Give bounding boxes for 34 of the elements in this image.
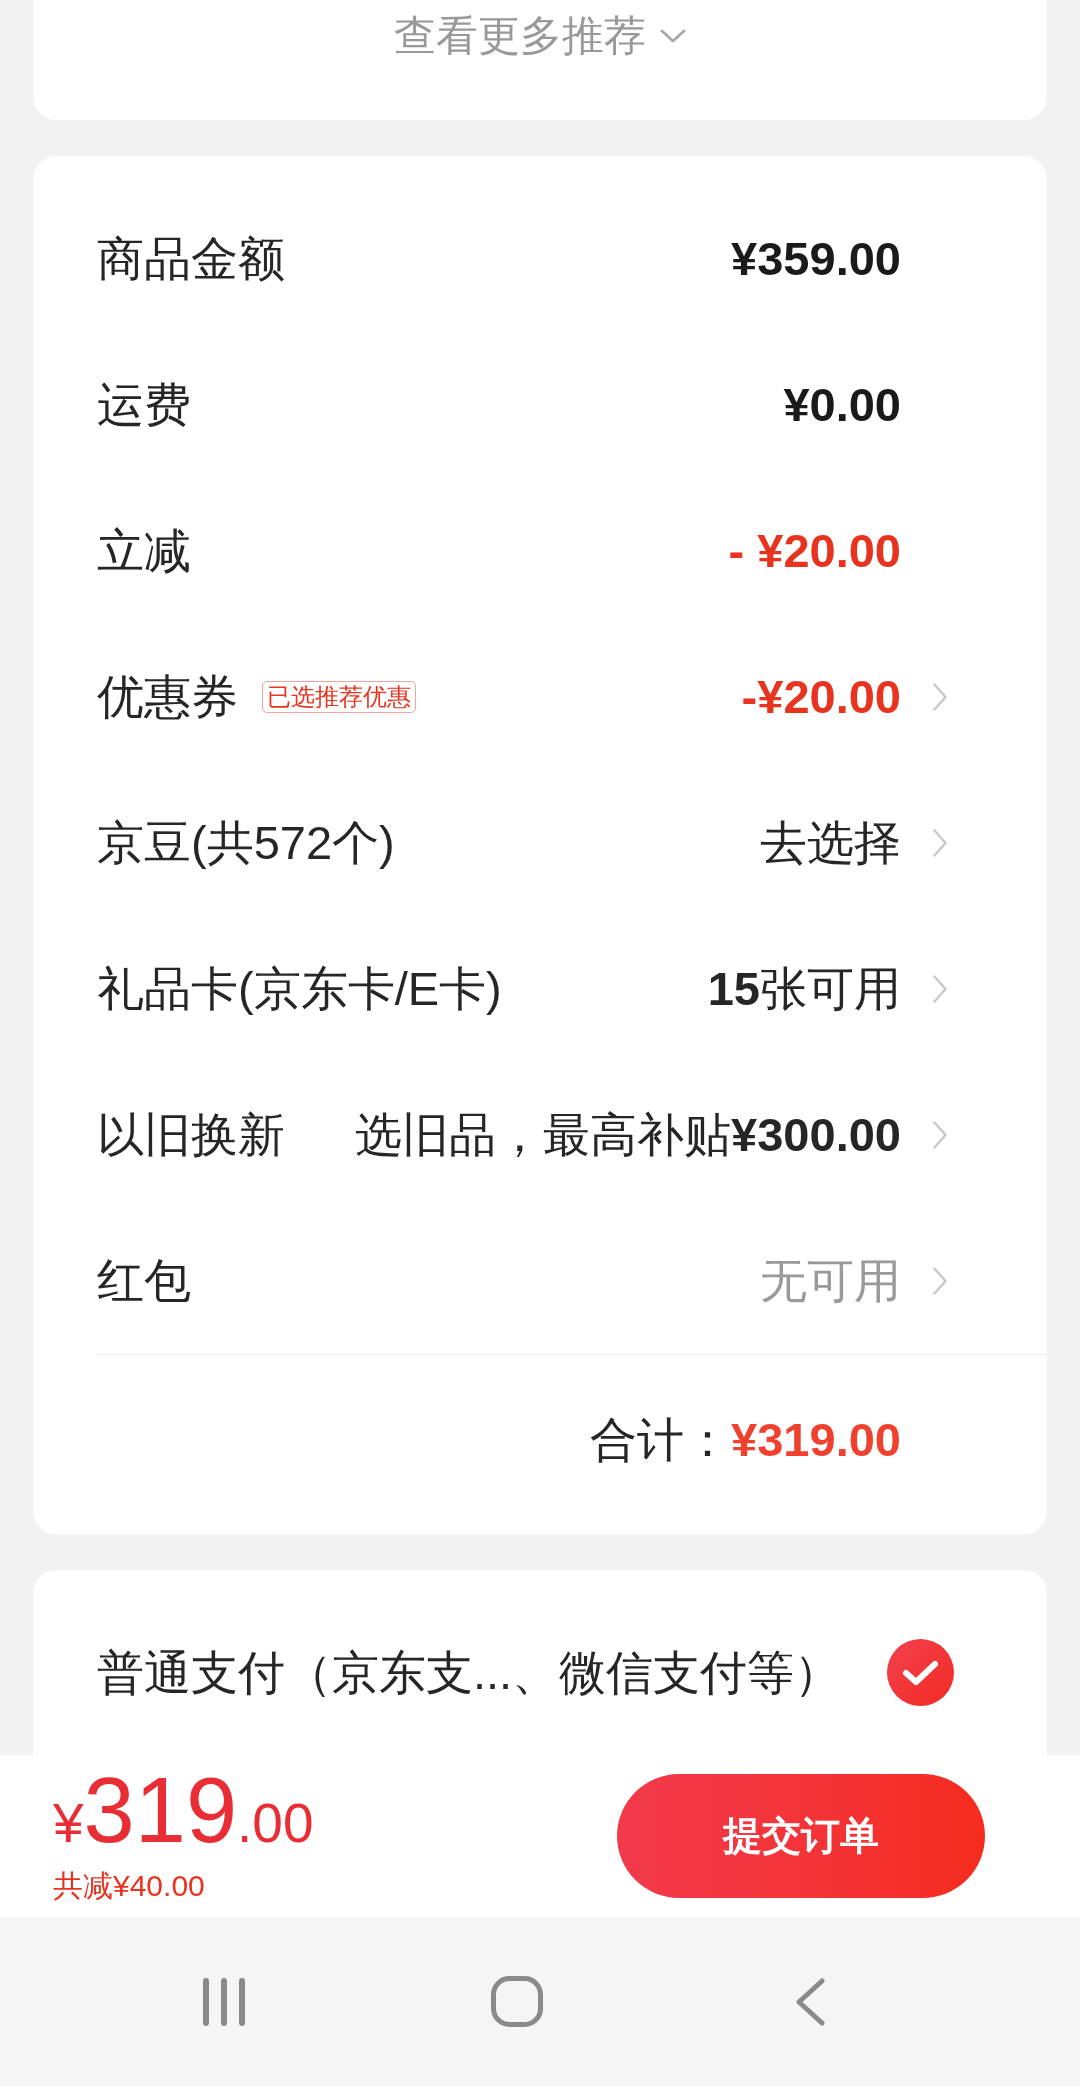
row-label: 礼品卡(京东卡/E卡): [97, 961, 502, 1017]
total-label: 合计：: [590, 1414, 732, 1466]
row-label: 立减: [97, 523, 191, 579]
row-label: 红包: [97, 1253, 191, 1309]
row-value: 去选择: [760, 815, 901, 871]
chevron-right-icon[interactable]: [933, 1267, 947, 1295]
row-value: 15张可用: [707, 961, 901, 1017]
more-recommendations-button[interactable]: 查看更多推荐: [394, 10, 686, 62]
row-value: ¥0.00: [783, 377, 901, 433]
selected-offer-tag: 已选推荐优惠: [262, 681, 416, 713]
row-value: 无可用: [760, 1253, 901, 1309]
row-label: 运费: [97, 377, 191, 433]
savings-text: 共减¥40.00: [53, 1868, 206, 1904]
home-icon[interactable]: [490, 1976, 543, 2027]
row-label: 商品金额: [97, 231, 285, 287]
chevron-down-icon: [660, 29, 686, 43]
checkmark-icon[interactable]: [887, 1639, 954, 1706]
row-label: 以旧换新: [97, 1107, 285, 1163]
chevron-right-icon[interactable]: [933, 1121, 947, 1149]
row-value: -¥20.00: [741, 669, 901, 725]
recent-apps-icon[interactable]: [200, 1977, 247, 2026]
row-value: 选旧品，最高补贴¥300.00: [355, 1107, 901, 1163]
total-price: ¥319.00: [53, 1764, 314, 1856]
total-amount: ¥319.00: [731, 1414, 901, 1466]
chevron-right-icon[interactable]: [933, 829, 947, 857]
chevron-right-icon[interactable]: [933, 683, 947, 711]
back-icon[interactable]: [794, 1977, 825, 2026]
row-value: ¥359.00: [731, 231, 901, 287]
row-value: - ¥20.00: [728, 523, 901, 579]
payment-option-label[interactable]: 普通支付（京东支...、微信支付等）: [97, 1644, 842, 1701]
chevron-right-icon[interactable]: [933, 975, 947, 1003]
row-label: 京豆(共572个): [97, 815, 395, 871]
row-label: 优惠券: [97, 669, 238, 725]
submit-order-button[interactable]: 提交订单: [617, 1774, 985, 1898]
